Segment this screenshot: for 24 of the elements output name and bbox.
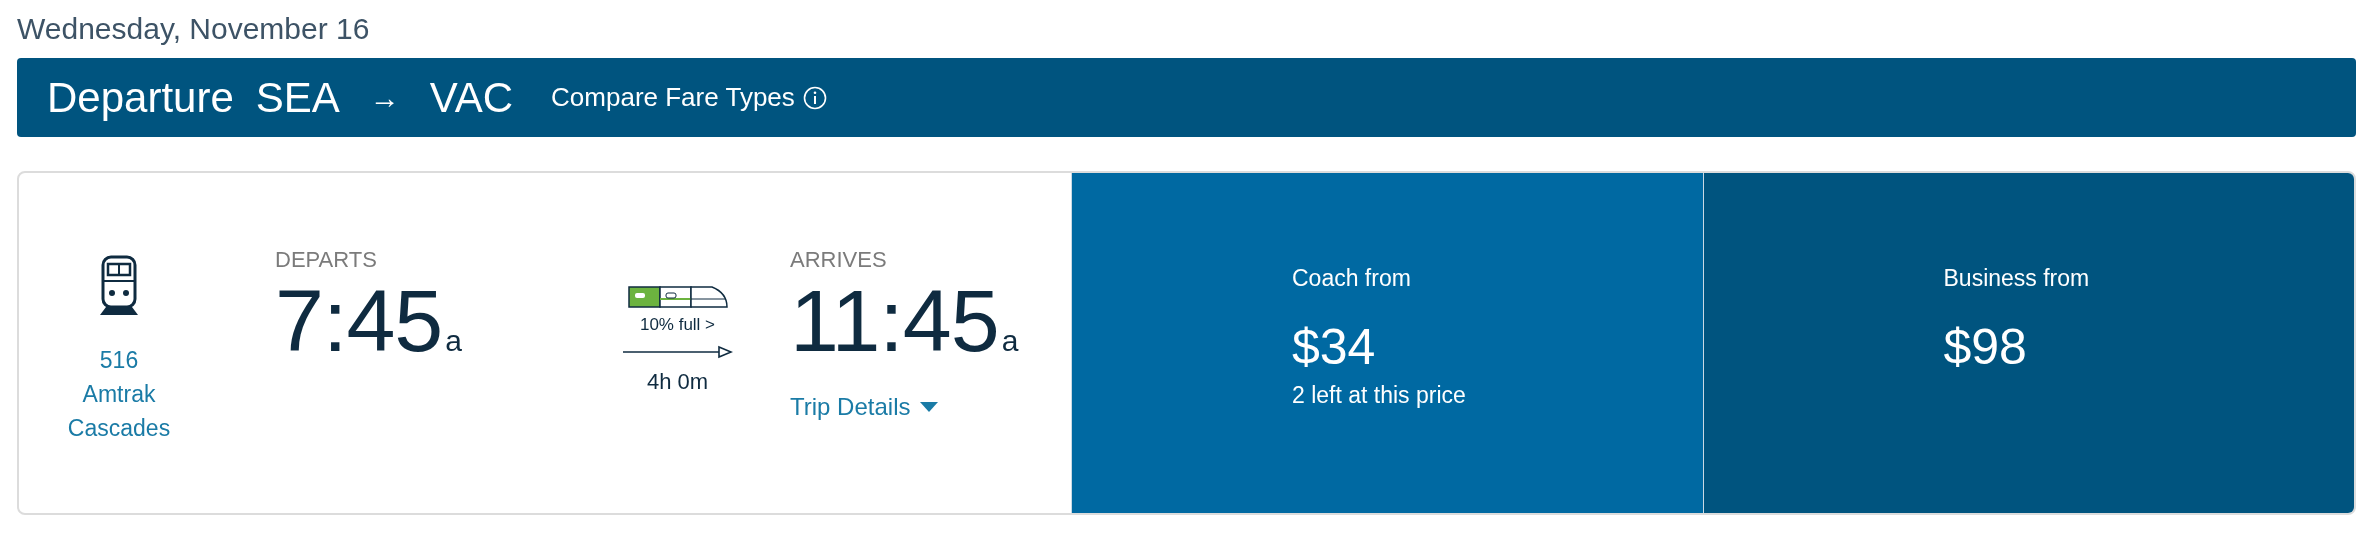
departure-time: 7:45a [275, 273, 463, 372]
fare-label: Business from [1943, 265, 2091, 292]
fare-label: Coach from [1292, 265, 1412, 292]
fare-note: 2 left at this price [1292, 382, 1467, 409]
trip-details-link[interactable]: Trip Details [790, 393, 939, 421]
fare-panel[interactable]: Business from $98 [1702, 173, 2354, 513]
caret-icon [920, 402, 939, 412]
fare-panel[interactable]: Coach from $34 2 left at this price [1071, 173, 1703, 513]
destination-code: VAC [429, 73, 514, 122]
departs-label: DEPARTS [275, 247, 378, 273]
arrival-time: 11:45 a [790, 273, 1018, 372]
header-title: Departure [47, 73, 234, 122]
train-name[interactable]: 516 Amtrak Cascades [59, 343, 179, 445]
trip-duration: 4h 0m [646, 369, 709, 395]
date-heading: Wednesday, November 16 [17, 11, 371, 47]
occupancy-text[interactable]: 10% full > [639, 315, 716, 335]
info-icon [802, 85, 827, 110]
compare-fare-types-link[interactable]: Compare Fare Types [551, 82, 827, 113]
occupancy-train-icon [627, 285, 728, 309]
fare-price: $34 [1292, 318, 1377, 376]
route-arrow: → [369, 80, 400, 115]
fare-price: $98 [1943, 318, 2028, 376]
arrives-label: ARRIVES [790, 247, 888, 273]
origin-code: SEA [255, 73, 340, 122]
